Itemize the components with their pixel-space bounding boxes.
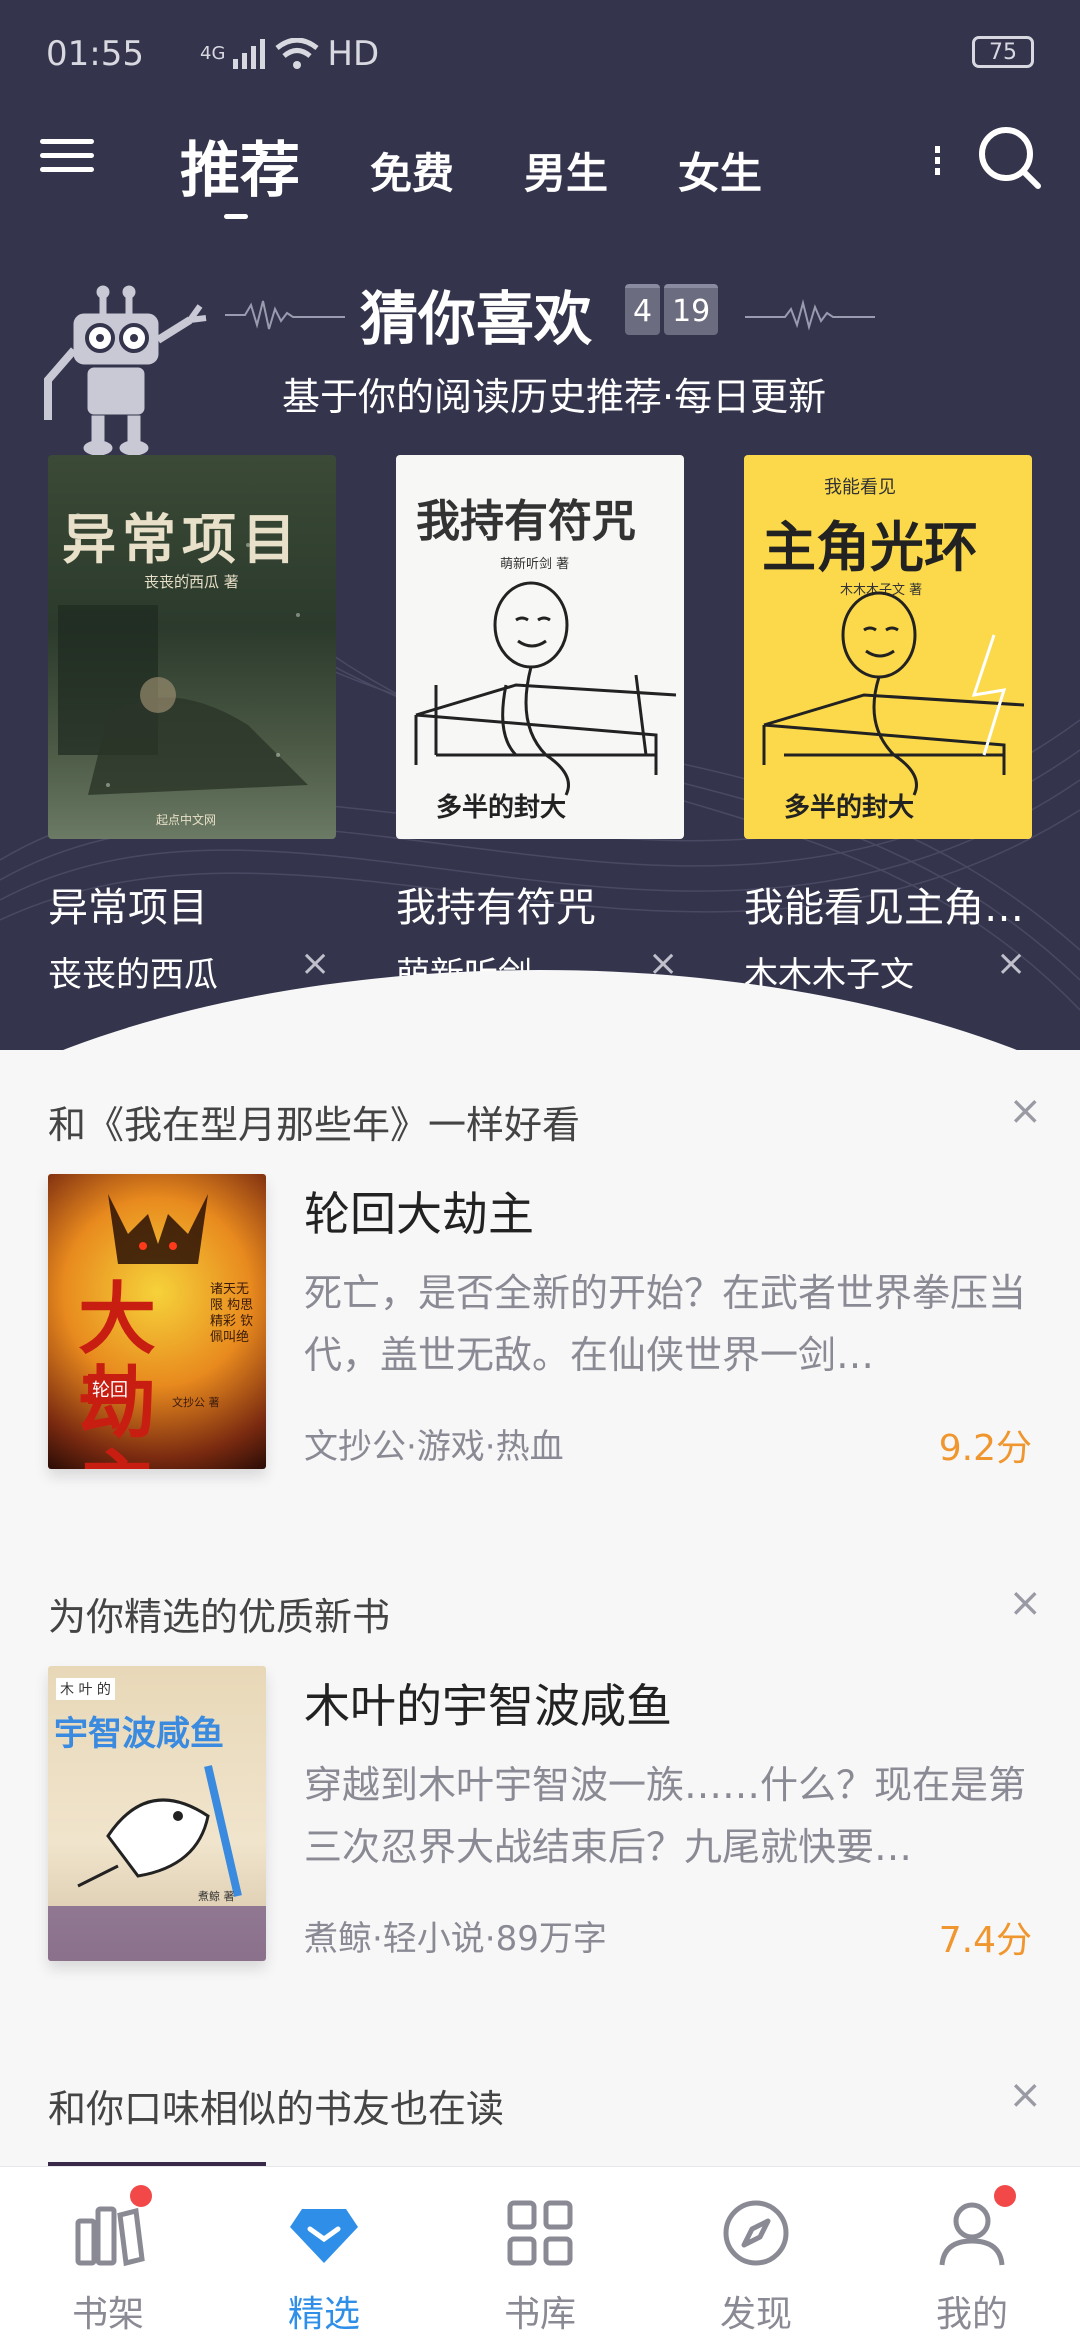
- tab-discover-label: 发现: [719, 2294, 792, 2335]
- book-author: 丧丧的西瓜: [48, 955, 218, 995]
- cover-side-text: 诸天无限 构思精彩 钦佩叫绝: [210, 1282, 254, 1345]
- cover-publisher: 多半的封大: [784, 793, 915, 823]
- recommend-subtitle: 基于你的阅读历史推荐·每日更新: [282, 375, 827, 419]
- tab-female[interactable]: 女生: [678, 140, 762, 201]
- active-tab-indicator: [224, 214, 248, 219]
- recommend-header-area: 01:55 4G HD 75 推荐 免费 男生 女生 猜你喜欢 4 19 基于你…: [0, 0, 1080, 1050]
- book-cover[interactable]: 大劫主 轮回 文抄公 著 诸天无限 构思精彩 钦佩叫绝: [48, 1174, 266, 1469]
- dismiss-close-icon[interactable]: ×: [300, 943, 330, 984]
- grid-icon: [507, 2200, 573, 2266]
- book-title[interactable]: 我持有符咒: [396, 875, 686, 933]
- sound-wave-left-decoration: [225, 300, 345, 330]
- feed-section-new-books: 为你精选的优质新书 × 木 叶 的 宇智波咸鱼 煮鲸 著 木叶的宇智波咸鱼 穿越…: [0, 1580, 1080, 2006]
- section-title: 为你精选的优质新书: [48, 1595, 391, 1639]
- dismiss-close-icon[interactable]: ×: [1008, 1580, 1042, 1626]
- tab-featured-label: 精选: [287, 2294, 360, 2335]
- cover-art-fish: [48, 1765, 266, 1961]
- book-description: 死亡，是否全新的开始？在武者世界拳压当代，盖世无敌。在仙侠世界一剑…: [304, 1271, 1027, 1377]
- top-navigation: 推荐 免费 男生 女生: [0, 110, 1080, 219]
- network-type: 4G: [200, 43, 226, 64]
- date-month: 4: [625, 284, 661, 335]
- battery-indicator: 75: [972, 36, 1034, 68]
- recommend-book-card[interactable]: 我持有符咒 萌新听剑 著 多半的封大 我持有符咒 萌新听剑 ×: [396, 455, 686, 995]
- menu-icon[interactable]: [40, 130, 94, 184]
- book-cover[interactable]: 木 叶 的 宇智波咸鱼 煮鲸 著: [48, 1666, 266, 1961]
- feed-section-readers-also-read: 和你口味相似的书友也在读 ×: [0, 2078, 1080, 2166]
- dismiss-close-icon[interactable]: ×: [1008, 2078, 1042, 2118]
- feed-section-similar: 和《我在型月那些年》一样好看 × 大劫主 轮回 文抄公 著 诸天无限 构思精彩 …: [0, 1088, 1080, 1514]
- dismiss-close-icon[interactable]: ×: [1008, 1088, 1042, 1134]
- book-title[interactable]: 我能看见主角光环: [744, 875, 1034, 933]
- cover-art-sketch-figure: [414, 581, 677, 796]
- tab-library-label: 书库: [503, 2294, 576, 2335]
- book-cover[interactable]: 我能看见 主角光环 木木木子文 著 多半的封大: [744, 455, 1032, 839]
- book-cover[interactable]: 异常项目 丧丧的西瓜 著 起点中文网: [48, 455, 336, 839]
- cover-author: 丧丧的西瓜 著: [144, 573, 239, 591]
- robot-mascot-icon: [44, 285, 207, 456]
- section-title: 和你口味相似的书友也在读: [48, 2087, 505, 2131]
- dismiss-close-icon[interactable]: ×: [648, 943, 678, 984]
- tab-recommend-label: 推荐: [180, 136, 300, 206]
- search-icon[interactable]: [976, 124, 1042, 190]
- bottom-tab-bar: 书架 精选 书库 发现 我的: [0, 2166, 1080, 2340]
- tab-me-label: 我的: [935, 2294, 1008, 2335]
- wifi-icon: [275, 38, 319, 69]
- book-score: 9.2分: [938, 1428, 1032, 1469]
- book-meta: 煮鲸·轻小说·89万字: [304, 1919, 607, 1959]
- book-score: 7.4分: [938, 1920, 1032, 1961]
- tab-free[interactable]: 免费: [370, 140, 454, 201]
- user-profile-icon: [939, 2202, 1005, 2266]
- section-title: 和《我在型月那些年》一样好看: [48, 1103, 581, 1147]
- diamond-icon: [290, 2209, 358, 2263]
- book-description: 穿越到木叶宇智波一族……什么？现在是第三次忍界大战结束后？九尾就快要…: [304, 1763, 1027, 1869]
- category-tabs: 推荐 免费 男生 女生: [180, 122, 832, 219]
- sound-wave-right-decoration: [745, 299, 875, 331]
- signal-icon: [233, 39, 266, 69]
- tab-library[interactable]: 书库: [432, 2167, 648, 2340]
- tab-discover[interactable]: 发现: [648, 2167, 864, 2340]
- tab-male[interactable]: 男生: [524, 140, 608, 201]
- cover-small-title: 轮回: [88, 1374, 132, 1404]
- tab-recommend[interactable]: 推荐: [180, 122, 300, 219]
- tab-featured[interactable]: 精选: [216, 2167, 432, 2340]
- recommend-book-card[interactable]: 异常项目 丧丧的西瓜 著 起点中文网 异常项目 丧丧的西瓜 ×: [48, 455, 338, 995]
- tab-female-label: 女生: [678, 149, 763, 198]
- cover-publisher: 多半的封大: [436, 793, 567, 823]
- recommend-title: 猜你喜欢: [360, 285, 593, 353]
- tab-me[interactable]: 我的: [864, 2167, 1080, 2340]
- cover-author: 文抄公 著: [172, 1396, 220, 1409]
- bookshelf-icon: [75, 2206, 145, 2267]
- cover-art-sketch-figure: [762, 591, 1025, 796]
- hd-indicator: HD: [327, 34, 380, 74]
- tab-male-label: 男生: [524, 149, 609, 198]
- status-time: 01:55: [46, 34, 144, 74]
- notification-badge: [130, 2185, 152, 2207]
- book-title[interactable]: 异常项目: [48, 875, 338, 933]
- more-tabs-icon[interactable]: [935, 146, 943, 182]
- tab-bookshelf-label: 书架: [71, 2294, 144, 2335]
- status-bar: 01:55 4G HD 75: [0, 0, 1080, 100]
- book-author: 萌新听剑: [396, 955, 532, 995]
- date-day: 19: [664, 284, 719, 335]
- dismiss-close-icon[interactable]: ×: [996, 943, 1026, 984]
- date-badge: 4 19: [625, 284, 719, 335]
- notification-badge: [994, 2185, 1016, 2207]
- cover-title: 异常项目: [62, 507, 302, 571]
- compass-icon: [723, 2200, 789, 2266]
- book-author: 木木木子文: [744, 955, 914, 995]
- tab-free-label: 免费: [370, 149, 455, 198]
- cover-publisher: 起点中文网: [156, 813, 217, 827]
- book-meta: 文抄公·游戏·热血: [304, 1427, 564, 1467]
- cover-author: 煮鲸 著: [198, 1890, 235, 1903]
- book-title[interactable]: 轮回大劫主: [304, 1178, 534, 1244]
- tab-bookshelf[interactable]: 书架: [0, 2167, 216, 2340]
- book-cover[interactable]: 我持有符咒 萌新听剑 著 多半的封大: [396, 455, 684, 839]
- recommend-book-card[interactable]: 我能看见 主角光环 木木木子文 著 多半的封大 我能看见主角光环 木木木子文 ×: [744, 455, 1034, 995]
- book-title[interactable]: 木叶的宇智波咸鱼: [304, 1670, 672, 1736]
- network-indicator: 4G HD: [200, 34, 379, 74]
